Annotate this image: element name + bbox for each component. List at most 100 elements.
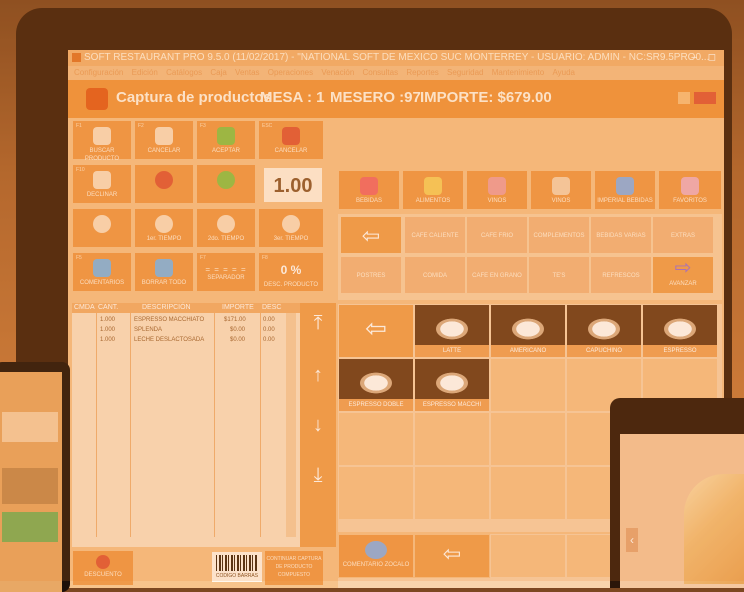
button-label: AVANZAR xyxy=(669,281,697,287)
first-course-button[interactable]: 1er. TIEMPO xyxy=(134,208,194,248)
button-label: IMPERIAL BEBIDAS xyxy=(597,198,653,204)
phone-screen xyxy=(0,372,62,592)
eraser-icon xyxy=(93,259,111,277)
espresso-macchi-image xyxy=(415,359,489,399)
decrease-quantity-button[interactable] xyxy=(134,164,194,204)
column-header: CMDA xyxy=(74,304,95,311)
group-button[interactable]: BEBIDAS xyxy=(338,170,400,210)
menu-item[interactable]: Seguridad xyxy=(447,68,483,77)
product-discount-button[interactable]: F8 0 % DESC. PRODUCTO xyxy=(258,252,324,292)
group-button[interactable]: FAVORITOS xyxy=(658,170,722,210)
category-item[interactable]: BEBIDAS VARIAS xyxy=(590,216,652,254)
column-header: CANT. xyxy=(98,304,119,311)
products-back-button[interactable]: ⇦ xyxy=(338,304,414,358)
decline-button[interactable]: F10 DECLINAR xyxy=(72,164,132,204)
americano-image xyxy=(491,305,565,345)
column-divider xyxy=(96,313,97,537)
advance-button[interactable]: ⇨ AVANZAR xyxy=(652,256,714,294)
table-row[interactable]: 1.000 ESPRESSO MACCHIATO $171.00 0.00 xyxy=(72,315,284,325)
button-label: DESC. PRODUCTO xyxy=(263,282,319,288)
menu-item[interactable]: Catálogos xyxy=(166,68,202,77)
barcode-button[interactable]: CODIGO BARRAS xyxy=(212,552,262,582)
print-icon xyxy=(616,177,634,195)
chevron-left-icon[interactable]: ‹ xyxy=(626,528,638,552)
arrow-up-icon[interactable]: ↑ xyxy=(308,365,328,385)
product-tile[interactable]: ESPRESSO xyxy=(642,304,718,358)
column-divider xyxy=(130,313,131,537)
minimize-button[interactable] xyxy=(678,92,690,104)
category-item[interactable]: CAFE FRIO xyxy=(466,216,528,254)
product-tile[interactable]: ESPRESSO DOBLE xyxy=(338,358,414,412)
category-item[interactable]: REFRESCOS xyxy=(590,256,652,294)
menu-item[interactable]: Operaciones xyxy=(268,68,313,77)
button-label: DESCUENTO xyxy=(84,572,122,578)
menu-item[interactable]: Edición xyxy=(132,68,158,77)
button-label: SEPARADOR xyxy=(207,275,245,281)
plus-icon xyxy=(217,171,235,189)
arrow-down-icon[interactable]: ↓ xyxy=(308,415,328,435)
window-controls[interactable]: – ◻ xyxy=(691,50,720,66)
back-button[interactable]: ⇦ xyxy=(340,216,402,254)
latte-image xyxy=(415,305,489,345)
group-button[interactable]: VINOS xyxy=(466,170,528,210)
table-number: MESA : 1 xyxy=(260,89,325,106)
category-grid: ⇦ CAFE CALIENTE CAFE FRIO COMPLEMENTOS B… xyxy=(338,214,722,300)
sandwich-image xyxy=(684,474,744,584)
empty-cell xyxy=(414,412,490,466)
cancel-button[interactable]: ESC CANCELAR xyxy=(258,120,324,160)
category-item[interactable]: TE'S xyxy=(528,256,590,294)
comments-back-button[interactable]: ⇦ xyxy=(414,534,490,578)
empty-cell xyxy=(338,466,414,520)
arrow-top-icon[interactable]: ⤒ xyxy=(308,313,328,333)
category-item[interactable]: CAFE EN GRANO xyxy=(466,256,528,294)
category-item[interactable]: CAFE CALIENTE xyxy=(404,216,466,254)
table-row[interactable]: 1.000 SPLENDA $0.00 0.00 xyxy=(72,325,284,335)
accept-button[interactable]: F3 ACEPTAR xyxy=(196,120,256,160)
group-button[interactable]: ALIMENTOS xyxy=(402,170,464,210)
arrow-bottom-icon[interactable]: ⤓ xyxy=(308,465,328,485)
phone-device xyxy=(0,362,70,592)
button-label: COMENTARIOS xyxy=(79,280,125,286)
menu-item[interactable]: Mantenimiento xyxy=(492,68,544,77)
button-label: CONTINUAR CAPTURA DE PRODUCTO COMPUESTO xyxy=(266,556,322,578)
menu-item[interactable]: Configuración xyxy=(74,68,123,77)
menu-item[interactable]: Consultas xyxy=(363,68,399,77)
tablet-screen: ‹ xyxy=(620,434,744,588)
search-product-button[interactable]: F1 BUSCAR PRODUCTO xyxy=(72,120,132,162)
group-button[interactable]: IMPERIAL BEBIDAS xyxy=(594,170,656,210)
increase-quantity-button[interactable] xyxy=(196,164,256,204)
menu-item[interactable]: Reportes xyxy=(406,68,438,77)
category-item[interactable]: COMIDA xyxy=(404,256,466,294)
product-name: LATTE xyxy=(415,345,489,357)
comment-button[interactable]: COMENTARIO ZOCALO xyxy=(338,534,414,578)
empty-cell xyxy=(490,534,566,578)
product-tile[interactable]: LATTE xyxy=(414,304,490,358)
category-item[interactable]: POSTRES xyxy=(340,256,402,294)
comments-button[interactable]: F5 COMENTARIOS xyxy=(72,252,132,292)
product-tile[interactable]: AMERICANO xyxy=(490,304,566,358)
delete-all-button[interactable]: BORRAR TODO xyxy=(134,252,194,292)
arrow-left-icon: ⇦ xyxy=(361,223,381,248)
waiter-number: MESERO :97 xyxy=(330,89,421,106)
second-course-button[interactable]: 2do. TIEMPO xyxy=(196,208,256,248)
third-course-button[interactable]: 3er. TIEMPO xyxy=(258,208,324,248)
course-button[interactable] xyxy=(72,208,132,248)
separator-button[interactable]: F7 = = = = = SEPARADOR xyxy=(196,252,256,292)
page-title: Captura de productos xyxy=(116,89,272,106)
menu-item[interactable]: Caja xyxy=(210,68,226,77)
close-button[interactable] xyxy=(694,92,716,104)
category-item[interactable]: COMPLEMENTOS xyxy=(528,216,590,254)
menu-item[interactable]: Venación xyxy=(321,68,354,77)
group-button[interactable]: VINOS xyxy=(530,170,592,210)
product-tile[interactable]: ESPRESSO MACCHI xyxy=(414,358,490,412)
column-header: DESC xyxy=(262,304,282,311)
table-row[interactable]: 1.000 LECHE DESLACTOSADA $0.00 0.00 xyxy=(72,335,284,345)
speech-bubble-icon xyxy=(365,541,387,559)
product-tile[interactable]: CAPUCHINO xyxy=(566,304,642,358)
menu-item[interactable]: Ventas xyxy=(235,68,259,77)
title-bar: SOFT RESTAURANT PRO 9.5.0 (11/02/2017) -… xyxy=(68,50,724,66)
button-label: 3er. TIEMPO xyxy=(273,236,309,242)
menu-item[interactable]: Ayuda xyxy=(552,68,575,77)
cancel-document-button[interactable]: F2 CANCELAR xyxy=(134,120,194,160)
table-scrollbar[interactable] xyxy=(286,313,296,537)
